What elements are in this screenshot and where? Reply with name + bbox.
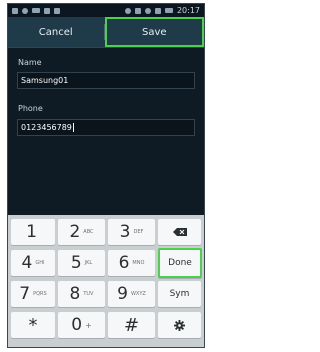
key-9-digit: 9: [117, 283, 128, 304]
star-key[interactable]: *: [11, 312, 55, 338]
key-4-digit: 4: [21, 252, 33, 273]
cancel-button[interactable]: Cancel: [8, 17, 104, 47]
phone-field[interactable]: 0123456789: [17, 119, 195, 136]
phone-screen: 20:17 Cancel Save Name Samsung01 Phone 0…: [7, 3, 205, 348]
vibrate-icon: [134, 7, 141, 14]
key-4[interactable]: 4 GHI: [11, 250, 55, 276]
key-2-letters: ABC: [83, 229, 94, 235]
numeric-keyboard: 1 2 ABC 3 DEF 4 GHI 5 JKL 6 MNO Done 7 P…: [8, 215, 204, 347]
key-0-plus: +: [85, 320, 92, 330]
done-key[interactable]: Done: [158, 248, 202, 278]
key-6[interactable]: 6 MNO: [108, 250, 155, 276]
phone-label: Phone: [18, 104, 43, 113]
key-3[interactable]: 3 DEF: [108, 219, 155, 245]
key-8[interactable]: 8 TUV: [58, 281, 105, 307]
usb-icon: [22, 7, 28, 14]
key-1-digit: 1: [26, 221, 37, 242]
image-icon: [54, 7, 60, 14]
action-bar: Cancel Save: [8, 17, 204, 48]
key-3-digit: 3: [119, 221, 131, 242]
contact-form: Name Samsung01 Phone 0123456789: [8, 48, 204, 226]
status-clock: 20:17: [176, 6, 200, 15]
phone-value: 0123456789: [21, 123, 72, 132]
key-7[interactable]: 7 PQRS: [11, 281, 55, 307]
key-8-letters: TUV: [83, 291, 94, 297]
status-right-icons: 20:17: [124, 4, 200, 17]
signal-icon: [154, 7, 161, 14]
key-9-letters: WXYZ: [130, 291, 146, 297]
key-8-digit: 8: [69, 283, 81, 304]
key-2[interactable]: 2 ABC: [58, 219, 105, 245]
key-7-digit: 7: [19, 283, 31, 304]
name-label: Name: [18, 58, 42, 67]
status-bar: 20:17: [8, 4, 204, 17]
hash-key[interactable]: #: [108, 312, 155, 338]
mail-icon: [32, 8, 40, 13]
key-9[interactable]: 9 WXYZ: [108, 281, 155, 307]
key-6-digit: 6: [118, 252, 130, 273]
sim-icon: [44, 7, 50, 14]
status-left-icons: [12, 7, 60, 14]
key-7-letters: PQRS: [33, 291, 47, 297]
key-5-digit: 5: [70, 252, 82, 273]
backspace-key[interactable]: [158, 219, 201, 245]
notification-icon: [12, 7, 18, 14]
key-2-digit: 2: [69, 221, 81, 242]
name-field[interactable]: Samsung01: [17, 72, 195, 89]
key-5-letters: JKL: [84, 260, 93, 266]
sym-key[interactable]: Sym: [158, 281, 201, 307]
key-3-letters: DEF: [133, 229, 144, 235]
gear-icon: [174, 319, 185, 331]
key-6-letters: MNO: [132, 260, 145, 266]
save-button[interactable]: Save: [104, 17, 204, 47]
key-1[interactable]: 1: [11, 219, 55, 245]
key-4-letters: GHI: [35, 260, 45, 266]
sym-label: Sym: [169, 289, 190, 299]
key-0[interactable]: 0 +: [58, 312, 105, 338]
done-label: Done: [168, 258, 192, 268]
wifi-icon: [144, 7, 151, 14]
name-value: Samsung01: [21, 76, 69, 85]
settings-key[interactable]: [158, 312, 201, 338]
backspace-icon: [172, 228, 187, 236]
battery-icon: [164, 8, 173, 13]
key-0-digit: 0: [71, 314, 83, 335]
text-cursor: [72, 123, 74, 132]
bluetooth-icon: [124, 7, 131, 14]
key-5[interactable]: 5 JKL: [58, 250, 105, 276]
